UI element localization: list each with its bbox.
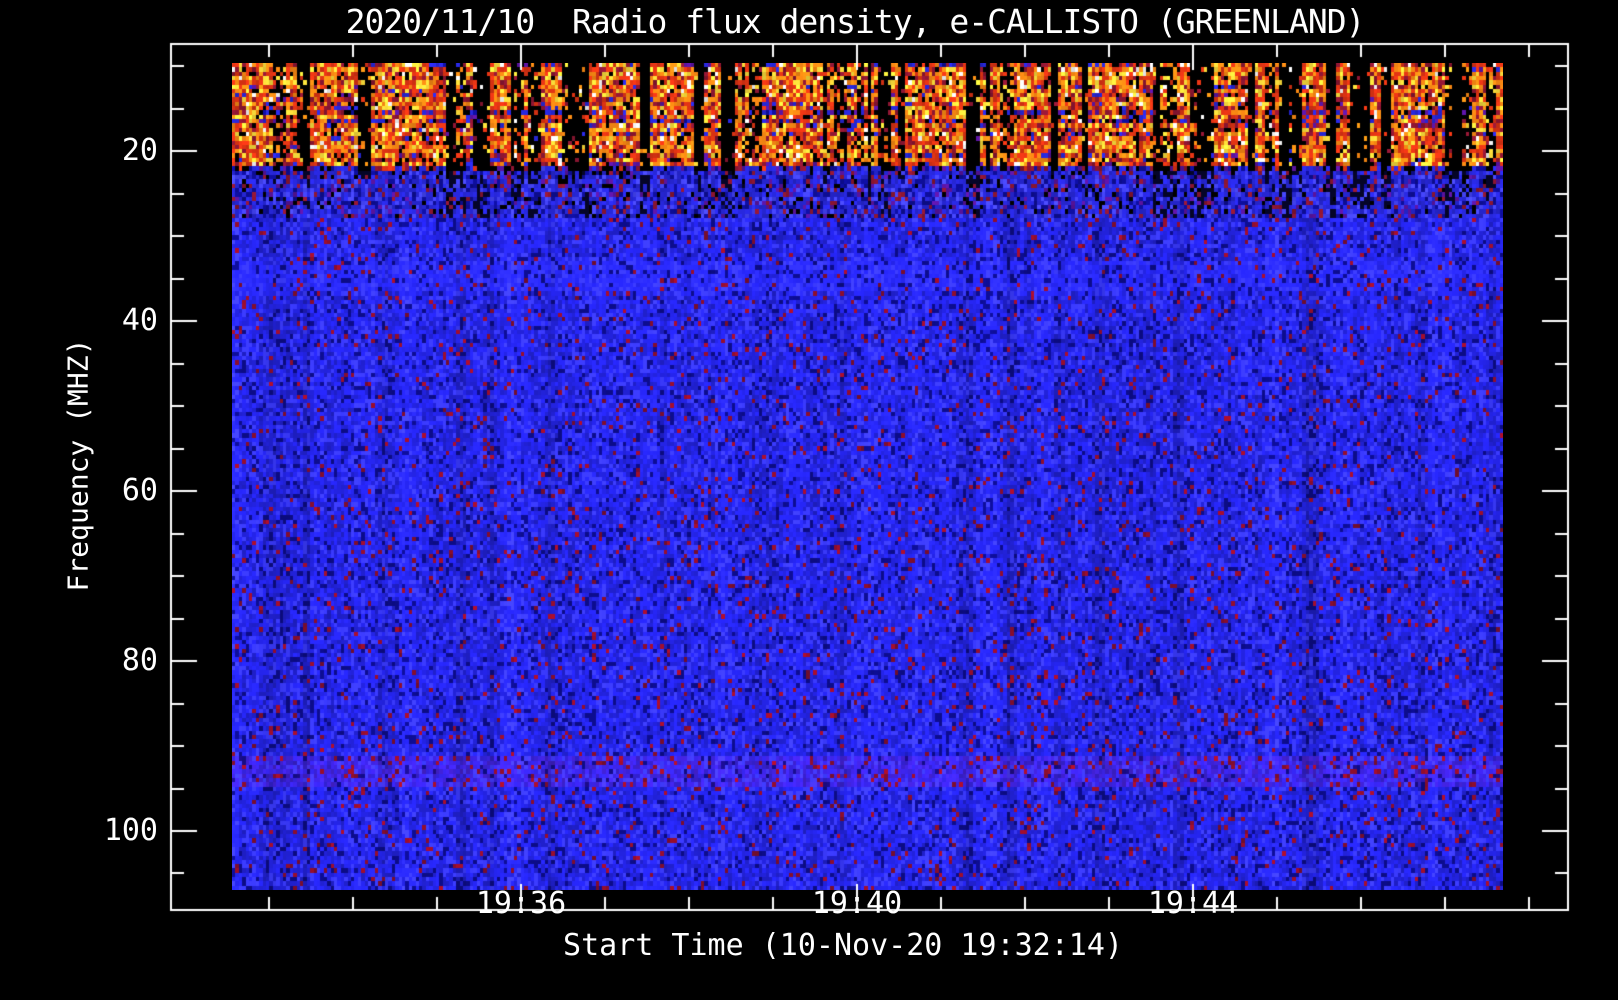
y-tick-label: 80: [121, 643, 158, 678]
y-tick-label: 20: [121, 133, 158, 168]
y-axis-title: Frequency (MHZ): [61, 338, 95, 592]
chart-title: 2020/11/10 Radio flux density, e-CALLIST…: [345, 2, 1366, 41]
axes-frame: [0, 0, 1618, 1000]
y-tick-label: 100: [103, 813, 158, 848]
spectrogram-figure: 2020/11/10 Radio flux density, e-CALLIST…: [0, 0, 1618, 1000]
x-tick-label: 19:44: [1147, 886, 1239, 921]
x-axis-title: Start Time (10-Nov-20 19:32:14): [563, 928, 1123, 963]
y-tick-label: 40: [121, 303, 158, 338]
y-tick-label: 60: [121, 473, 158, 508]
x-tick-label: 19:40: [811, 886, 903, 921]
x-tick-label: 19:36: [475, 886, 567, 921]
